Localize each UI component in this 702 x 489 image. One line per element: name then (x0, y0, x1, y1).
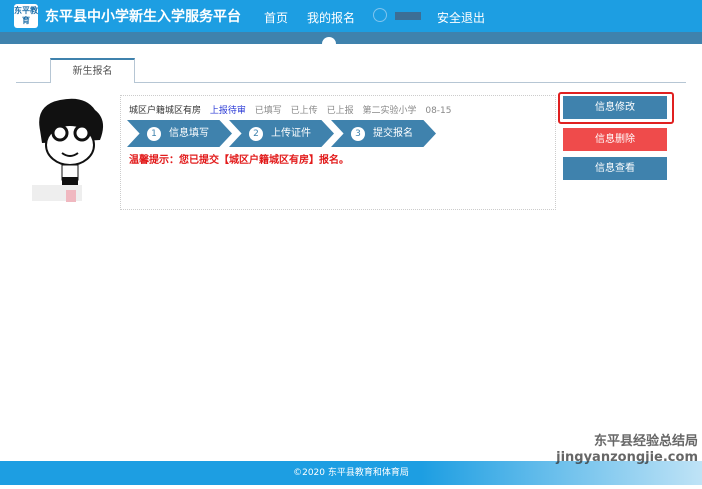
active-nav-indicator (322, 37, 336, 44)
user-icon (373, 8, 387, 22)
step-3: 3 提交报名 (331, 120, 436, 147)
step-label: 提交报名 (373, 128, 413, 139)
step-number: 1 (147, 127, 161, 141)
edit-info-button[interactable]: 信息修改 (563, 96, 667, 119)
username-redacted (395, 12, 421, 20)
tab-new-registration[interactable]: 新生报名 (50, 58, 135, 83)
step-number: 2 (249, 127, 263, 141)
school: 第二实验小学 (362, 106, 417, 116)
warm-tip: 温馨提示：您已提交【城区户籍城区有房】报名。 (129, 155, 349, 166)
student-avatar (32, 98, 104, 202)
registration-card: 城区户籍城区有房 上报待审 已填写 已上传 已上报 第二实验小学 08-15 1… (120, 95, 556, 210)
nav-home[interactable]: 首页 (264, 9, 288, 26)
logout-link[interactable]: 安全退出 (437, 9, 485, 26)
registration-meta: 城区户籍城区有房 上报待审 已填写 已上传 已上报 第二实验小学 08-15 (129, 103, 458, 116)
date: 08-15 (425, 106, 452, 116)
step-label: 信息填写 (169, 128, 209, 139)
step-1: 1 信息填写 (127, 120, 232, 147)
view-info-button[interactable]: 信息查看 (563, 157, 667, 180)
step-label: 上传证件 (271, 128, 311, 139)
filled-state: 已填写 (254, 106, 282, 116)
site-title: 东平县中小学新生入学服务平台 (45, 9, 241, 25)
upload-state: 已上传 (290, 106, 318, 116)
header-stripe (0, 32, 702, 44)
step-2: 2 上传证件 (229, 120, 334, 147)
category: 城区户籍城区有房 (129, 106, 202, 116)
watermark: 东平县经验总结局 jingyanzongjie.com (556, 434, 698, 465)
delete-info-button[interactable]: 信息删除 (563, 128, 667, 151)
step-number: 3 (351, 127, 365, 141)
logo: 东平教育 (14, 4, 38, 28)
nav-my-registration[interactable]: 我的报名 (307, 9, 355, 26)
status: 上报待审 (209, 106, 246, 116)
report-state: 已上报 (326, 106, 354, 116)
